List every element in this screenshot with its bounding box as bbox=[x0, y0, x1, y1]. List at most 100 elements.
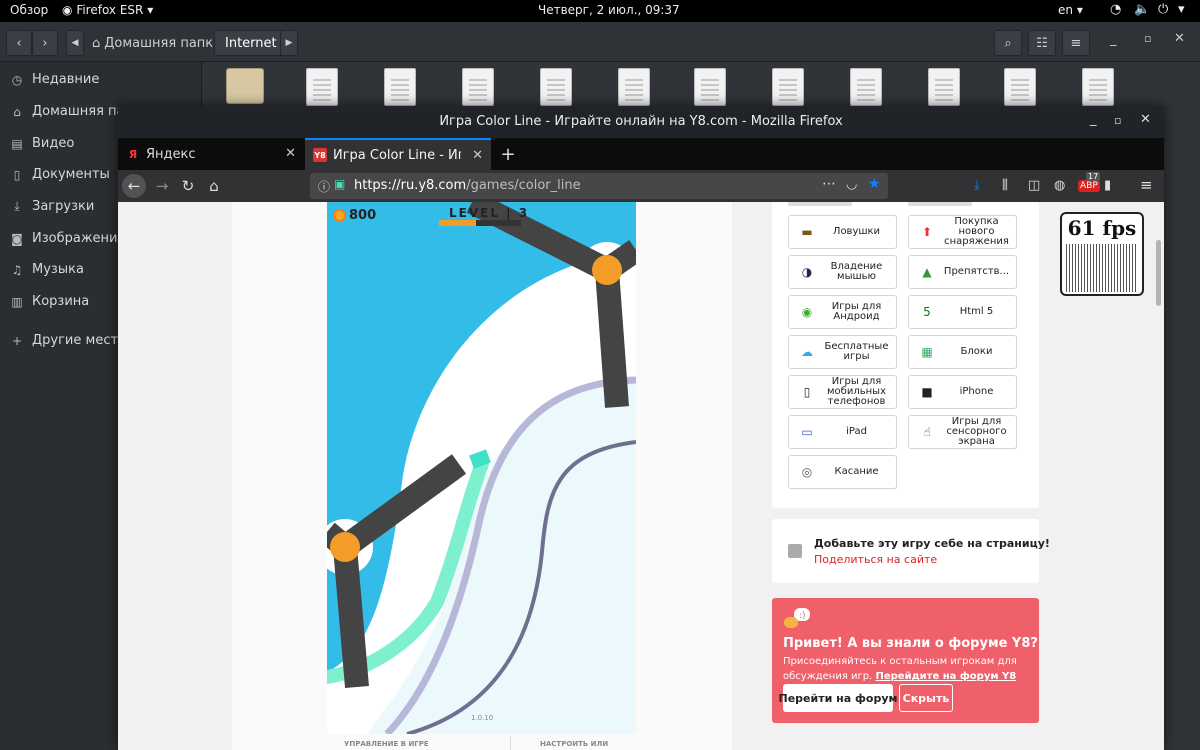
forward-button[interactable]: → bbox=[150, 174, 174, 198]
back-button[interactable]: ← bbox=[122, 174, 146, 198]
forum-link[interactable]: Перейдите на форум Y8 bbox=[875, 671, 1016, 682]
category-iphone[interactable]: ■ iPhone bbox=[908, 375, 1017, 409]
sidebar-item-recent[interactable]: ◷ Недавние bbox=[10, 72, 100, 87]
breadcrumb-left-button[interactable]: ◀ bbox=[66, 30, 84, 56]
category-label: Html 5 bbox=[959, 306, 994, 317]
bar-chart-icon[interactable]: ▮ bbox=[1104, 178, 1111, 193]
breadcrumb-right-button[interactable]: ▶ bbox=[280, 30, 298, 56]
view-toggle-button[interactable]: ☷ bbox=[1028, 30, 1056, 56]
lock-icon[interactable]: ▣ bbox=[334, 177, 345, 191]
triangle-right-icon: ▶ bbox=[285, 38, 293, 48]
file-icon[interactable] bbox=[850, 68, 882, 106]
breadcrumb-home[interactable]: ⌂ Домашняя папка bbox=[92, 30, 221, 56]
breadcrumb-label: Internet bbox=[225, 35, 277, 51]
sidebar-item-trash[interactable]: ▥ Корзина bbox=[10, 294, 89, 309]
folder-icon[interactable] bbox=[226, 68, 264, 104]
menu-button[interactable]: ≡ bbox=[1062, 30, 1090, 56]
category-ipad[interactable]: ▭ iPad bbox=[788, 415, 897, 449]
minimize-icon[interactable]: _ bbox=[1110, 32, 1117, 47]
share-link[interactable]: Поделиться на сайте bbox=[814, 553, 937, 566]
page-scrollbar[interactable] bbox=[1154, 202, 1164, 750]
network-icon[interactable]: ◔ bbox=[1110, 2, 1121, 17]
language-indicator[interactable]: en ▾ bbox=[1058, 3, 1083, 17]
close-icon[interactable]: ✕ bbox=[472, 148, 483, 163]
sidebar-item-other-locations[interactable]: + Другие места bbox=[10, 333, 126, 348]
file-icon[interactable] bbox=[540, 68, 572, 106]
sidebar-item-downloads[interactable]: ⤓ Загрузки bbox=[10, 199, 94, 214]
file-icon[interactable] bbox=[1004, 68, 1036, 106]
file-icon[interactable] bbox=[306, 68, 338, 106]
minimize-icon[interactable]: _ bbox=[1090, 112, 1097, 127]
file-icon[interactable] bbox=[772, 68, 804, 106]
home-button[interactable]: ⌂ bbox=[202, 174, 226, 198]
close-icon[interactable]: ✕ bbox=[285, 146, 296, 161]
forward-button[interactable]: › bbox=[32, 30, 58, 56]
back-button[interactable]: ‹ bbox=[6, 30, 32, 56]
download-icon[interactable]: ⤓ bbox=[974, 178, 980, 193]
category-touchscreen[interactable]: ☝ Игры для сенсорного экрана bbox=[908, 415, 1017, 449]
go-to-forum-button[interactable]: Перейти на форум bbox=[779, 684, 898, 712]
file-icon[interactable] bbox=[1082, 68, 1114, 106]
category-blocks[interactable]: ▦ Блоки bbox=[908, 335, 1017, 369]
sidebar-icon[interactable]: ◫ bbox=[1028, 178, 1040, 193]
new-tab-button[interactable]: + bbox=[496, 138, 520, 170]
file-icon[interactable] bbox=[928, 68, 960, 106]
category-upgrade[interactable]: ⬆ Покупка нового снаряжения bbox=[908, 215, 1017, 249]
reload-button[interactable]: ↻ bbox=[176, 174, 200, 198]
share-panel: Добавьте эту игру себе на страницу! Поде… bbox=[772, 519, 1050, 583]
power-icon[interactable]: ⏻ bbox=[1158, 2, 1168, 17]
hide-button[interactable]: Скрыть bbox=[899, 684, 953, 712]
category-html5[interactable]: 5 Html 5 bbox=[908, 295, 1017, 329]
sidebar-item-documents[interactable]: ▯ Документы bbox=[10, 167, 110, 182]
share-title: Добавьте эту игру себе на страницу! bbox=[814, 537, 1050, 550]
category-mobile[interactable]: ▯ Игры для мобильных телефонов bbox=[788, 375, 897, 409]
file-icon[interactable] bbox=[618, 68, 650, 106]
app-menu[interactable]: ◉ Firefox ESR ▾ bbox=[62, 3, 153, 17]
category-free-games[interactable]: ☁ Бесплатные игры bbox=[788, 335, 897, 369]
library-icon[interactable]: ⫼ bbox=[1002, 178, 1008, 193]
info-icon[interactable]: ⓘ bbox=[318, 178, 330, 195]
score-display: 800 bbox=[333, 208, 376, 223]
category-label: Блоки bbox=[960, 346, 993, 357]
category-trap[interactable]: ▬ Ловушки bbox=[788, 215, 897, 249]
scrollbar-thumb[interactable] bbox=[1156, 240, 1161, 306]
activities-button[interactable]: Обзор bbox=[10, 3, 48, 17]
sidebar-item-music[interactable]: ♫ Музыка bbox=[10, 262, 84, 277]
pocket-icon[interactable]: ◡ bbox=[846, 177, 857, 192]
close-icon[interactable]: ✕ bbox=[1174, 31, 1185, 46]
account-icon[interactable]: ◍ bbox=[1054, 178, 1065, 193]
category-obstacle[interactable]: ▲ Препятств... bbox=[908, 255, 1017, 289]
url-bar[interactable]: ⓘ ▣ https://ru.y8.com/games/color_line ⋯… bbox=[310, 173, 888, 199]
page-actions-icon[interactable]: ⋯ bbox=[822, 176, 836, 192]
game-canvas[interactable]: 800 LEVEL | 3 1.0.10 bbox=[327, 202, 636, 734]
tab-yandex[interactable]: Я Яндекс ✕ bbox=[118, 138, 304, 170]
maximize-icon[interactable]: ▫ bbox=[1144, 32, 1151, 45]
url-text[interactable]: https://ru.y8.com/games/color_line bbox=[354, 178, 581, 193]
search-button[interactable]: ⌕ bbox=[994, 30, 1022, 56]
tab-strip: Я Яндекс ✕ Y8 Игра Color Line - Играйте … bbox=[118, 138, 1164, 170]
bookmark-star-icon[interactable]: ★ bbox=[868, 176, 881, 192]
category-mouse[interactable]: ◑ Владение мышью bbox=[788, 255, 897, 289]
chevron-down-icon[interactable]: ▾ bbox=[1178, 2, 1185, 17]
close-icon[interactable]: ✕ bbox=[1140, 112, 1151, 127]
breadcrumb-internet[interactable]: Internet bbox=[214, 30, 288, 56]
camera-icon: ◙ bbox=[11, 231, 23, 246]
settings-tab[interactable]: НАСТРОИТЬ ИЛИ bbox=[540, 740, 608, 748]
tab-color-line[interactable]: Y8 Игра Color Line - Играйте ✕ bbox=[305, 138, 491, 170]
hamburger-icon[interactable]: ≡ bbox=[1140, 176, 1153, 194]
pivot-knob bbox=[330, 532, 360, 562]
file-icon[interactable] bbox=[384, 68, 416, 106]
category-touch[interactable]: ◎ Касание bbox=[788, 455, 897, 489]
sidebar-item-pictures[interactable]: ◙ Изображения bbox=[10, 231, 125, 246]
maximize-icon[interactable]: ▫ bbox=[1114, 114, 1121, 127]
controls-tab[interactable]: УПРАВЛЕНИЕ В ИГРЕ bbox=[344, 740, 429, 748]
file-icon[interactable] bbox=[462, 68, 494, 106]
category-android[interactable]: ◉ Игры для Андроид bbox=[788, 295, 897, 329]
file-icon[interactable] bbox=[694, 68, 726, 106]
sidebar-item-videos[interactable]: ▤ Видео bbox=[10, 136, 74, 151]
clock[interactable]: Четверг, 2 июл., 09:37 bbox=[538, 3, 680, 17]
volume-icon[interactable]: 🔈 bbox=[1134, 2, 1150, 17]
home-icon: ⌂ bbox=[92, 35, 101, 51]
adblock-icon[interactable]: ABP bbox=[1078, 180, 1100, 192]
forum-text: Присоединяйтесь к остальным игрокам для … bbox=[783, 654, 1033, 684]
